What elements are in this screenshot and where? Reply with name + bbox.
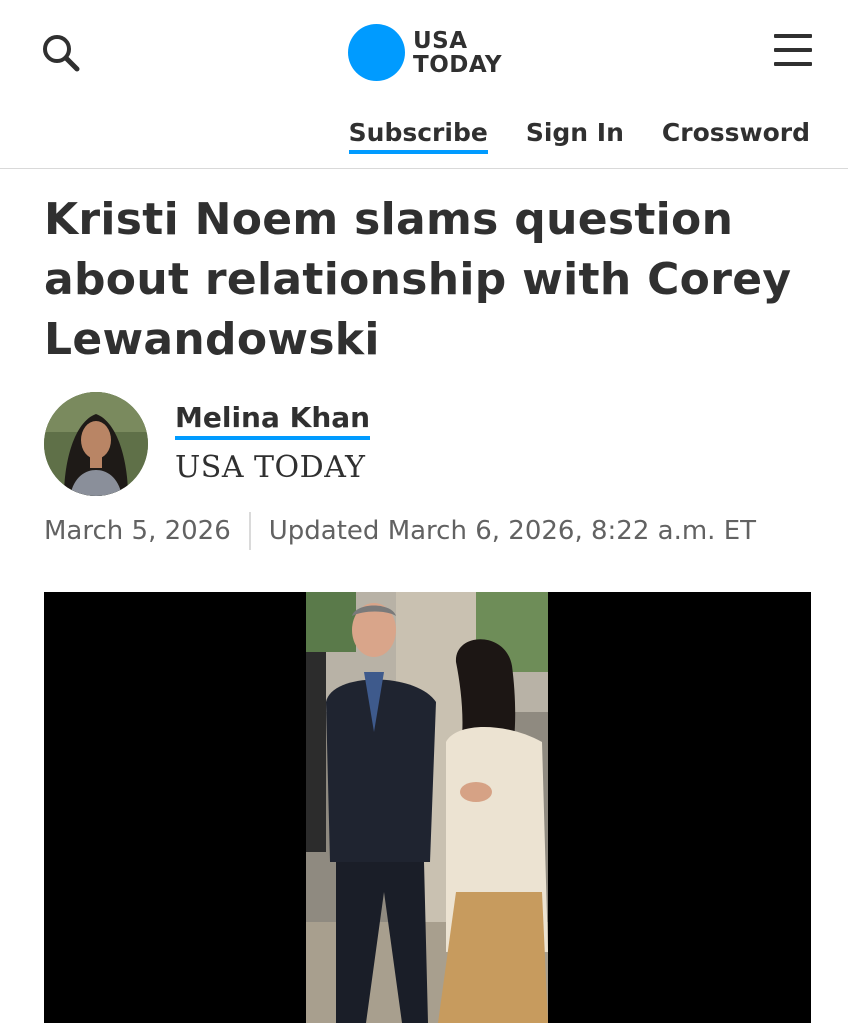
hero-photo [306,592,548,1023]
article-hero-media[interactable] [44,592,811,1023]
article-headline: Kristi Noem slams question about relatio… [44,194,792,365]
menu-button[interactable] [770,30,816,70]
hamburger-menu-icon-middle [774,48,812,52]
header-divider [0,168,848,169]
search-button[interactable] [36,28,86,78]
sign-in-link[interactable]: Sign In [526,116,624,154]
date-separator [248,512,251,550]
author-avatar[interactable] [44,392,148,496]
subscribe-link[interactable]: Subscribe [348,116,488,154]
author-photo-image [44,392,148,496]
logo-line-2: TODAY [413,51,503,78]
logo-text: USA TODAY [413,29,502,77]
usa-today-logo[interactable]: USA TODAY [348,24,502,81]
header-nav: Subscribe Sign In Crossword [348,116,810,154]
site-header: USA TODAY Subscribe Sign In Crossword [0,0,848,169]
article-dateline: March 5, 2026 Updated March 6, 2026, 8:2… [44,512,756,550]
crossword-link[interactable]: Crossword [662,116,810,154]
updated-date: Updated March 6, 2026, 8:22 a.m. ET [268,516,756,546]
search-icon [43,35,80,72]
logo-line-1: USA [413,27,468,54]
hamburger-menu-icon [774,34,812,38]
hamburger-menu-icon-bottom [774,62,812,66]
author-organization: USA TODAY [175,450,366,485]
author-name-link[interactable]: Melina Khan [175,400,371,440]
published-date: March 5, 2026 [44,516,231,546]
logo-dot [348,24,405,81]
